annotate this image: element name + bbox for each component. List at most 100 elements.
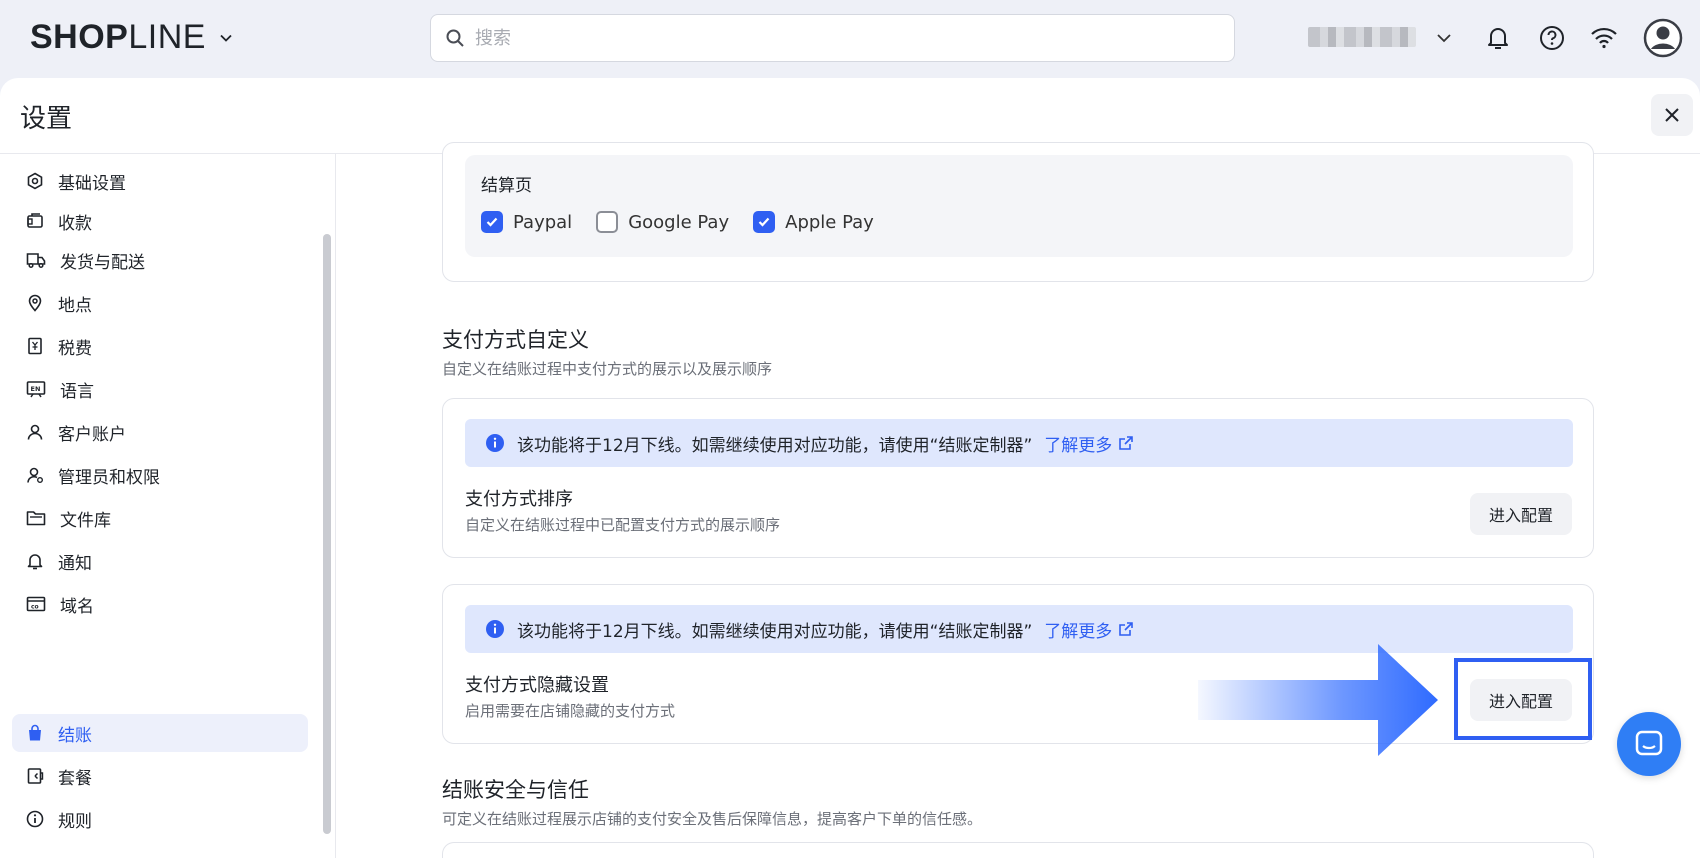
payment-custom-desc: 自定义在结账过程中支付方式的展示以及展示顺序 [442,360,773,378]
help-circle-icon [1540,26,1564,50]
sidebar-item-label: 税费 [58,338,92,359]
sidebar-item-label: 基础设置 [58,173,126,194]
sidebar-item-plans[interactable]: 套餐 [12,757,308,795]
sidebar-item-admins-permissions[interactable]: 管理员和权限 [12,456,308,494]
sidebar-item-label: 客户账户 [58,424,126,445]
plan-icon [27,768,44,784]
sidebar-item-notifications[interactable]: 通知 [12,542,308,580]
wallet-options-row: Paypal Google Pay Apple Pay [481,211,888,233]
chat-support-button[interactable] [1617,712,1681,776]
sidebar-item-policies[interactable]: 规则 [12,800,308,838]
close-icon [1665,108,1679,122]
main-content: 结算页 Paypal Google Pay Apple Pay 支付方式自定义 … [336,142,1700,858]
shopping-bag-icon [29,724,41,741]
sidebar-item-checkout[interactable]: 结账 [12,714,308,752]
apple-pay-label: Apple Pay [785,211,874,233]
check-icon [486,217,498,227]
pointer-arrow-graphic [1198,644,1438,756]
google-pay-checkbox[interactable] [596,211,619,233]
bell-icon [1488,28,1508,49]
sidebar-item-label: 管理员和权限 [58,467,160,488]
settings-hex-icon [27,172,43,190]
external-link-icon [1119,436,1134,450]
payment-sort-desc: 自定义在结账过程中已配置支付方式的展示顺序 [465,516,781,534]
close-button[interactable] [1651,94,1693,136]
learn-more-link[interactable]: 了解更多 [1044,617,1134,642]
notification-button[interactable] [1482,22,1514,54]
shopline-logo: SHOPLINE [30,18,206,56]
chat-icon [1635,730,1663,756]
payment-hide-title: 支付方式隐藏设置 [465,675,609,696]
user-avatar-icon [1643,18,1683,58]
svg-text:EN: EN [31,385,41,393]
store-name-blurred[interactable] [1308,27,1416,47]
payment-sort-card: 该功能将于12月下线。如需继续使用对应功能，请使用“结账定制器” 了解更多 支付… [442,398,1594,558]
page-title: 设置 [20,104,73,134]
sidebar-item-domains[interactable]: co 域名 [12,585,308,623]
sidebar-item-customer-accounts[interactable]: 客户账户 [12,413,308,451]
truck-icon [26,253,46,269]
learn-more-link[interactable]: 了解更多 [1044,431,1134,456]
sidebar-item-shipping[interactable]: 发货与配送 [12,241,308,279]
settings-sidebar: 基础设置 收款 发货与配送 地点 税费 EN 语言 客户账户 管理员和权限 文件… [0,154,336,858]
checkout-page-options: 结算页 Paypal Google Pay Apple Pay [465,155,1573,257]
bell-icon [27,554,43,570]
sidebar-item-label: 通知 [58,553,92,574]
deprecation-notice: 该功能将于12月下线。如需继续使用对应功能，请使用“结账定制器” 了解更多 [465,419,1573,467]
info-circle-icon [26,810,44,828]
apple-pay-checkbox[interactable] [753,211,776,233]
sidebar-item-label: 域名 [60,596,94,617]
chevron-down-icon [1437,34,1451,43]
sidebar-item-label: 文件库 [60,510,111,531]
payment-sort-configure-button[interactable]: 进入配置 [1470,493,1572,535]
search-input[interactable] [475,27,1175,49]
sidebar-item-label: 结账 [58,725,92,746]
account-dropdown-chevron[interactable] [1428,22,1460,54]
sidebar-item-basic-settings[interactable]: 基础设置 [12,162,308,200]
highlight-box [1454,658,1592,740]
folder-icon [26,511,46,526]
settings-panel: 设置 基础设置 收款 发货与配送 地点 税费 EN 语言 客户账户 管理员和权限… [0,78,1700,858]
sidebar-item-label: 语言 [60,381,94,402]
sidebar-item-taxes[interactable]: 税费 [12,327,308,365]
store-switcher[interactable]: SHOPLINE [30,18,232,57]
sidebar-item-label: 发货与配送 [60,252,145,273]
search-icon [446,29,464,47]
sidebar-scrollbar[interactable] [323,234,331,834]
paypal-checkbox[interactable] [481,211,503,233]
payment-sort-title: 支付方式排序 [465,489,573,510]
top-bar: SHOPLINE [0,0,1700,78]
user-avatar-button[interactable] [1643,18,1683,58]
check-icon [758,217,770,227]
sidebar-item-label: 套餐 [58,768,92,789]
info-icon [486,434,504,452]
security-desc: 可定义在结账过程展示店铺的支付安全及售后保障信息，提高客户下单的信任感。 [442,810,983,828]
location-pin-icon [28,294,42,312]
wifi-icon [1591,27,1617,49]
notice-text: 该功能将于12月下线。如需继续使用对应功能，请使用“结账定制器” [517,435,1033,456]
svg-text:co: co [31,604,39,611]
sidebar-item-label: 规则 [58,811,92,832]
sidebar-item-locations[interactable]: 地点 [12,284,308,322]
notice-text: 该功能将于12月下线。如需继续使用对应功能，请使用“结账定制器” [517,621,1033,642]
network-status-button[interactable] [1588,22,1620,54]
payment-custom-title: 支付方式自定义 [442,328,589,352]
chevron-down-icon [220,34,232,42]
external-link-icon [1119,622,1134,636]
sidebar-item-label: 地点 [58,295,92,316]
checkout-wallet-card: 结算页 Paypal Google Pay Apple Pay [442,142,1594,282]
security-title: 结账安全与信任 [442,778,589,802]
domain-icon: co [26,596,46,612]
user-icon [27,424,43,440]
google-pay-label: Google Pay [628,211,730,233]
info-icon [486,620,504,638]
tax-receipt-icon [28,337,42,355]
sidebar-item-languages[interactable]: EN 语言 [12,370,308,408]
help-button[interactable] [1536,22,1568,54]
sidebar-item-payments[interactable]: 收款 [12,202,308,240]
search-bar[interactable] [430,14,1235,62]
paypal-label: Paypal [513,211,573,233]
language-icon: EN [26,381,46,398]
wallet-icon [27,213,43,228]
sidebar-item-files[interactable]: 文件库 [12,499,308,537]
